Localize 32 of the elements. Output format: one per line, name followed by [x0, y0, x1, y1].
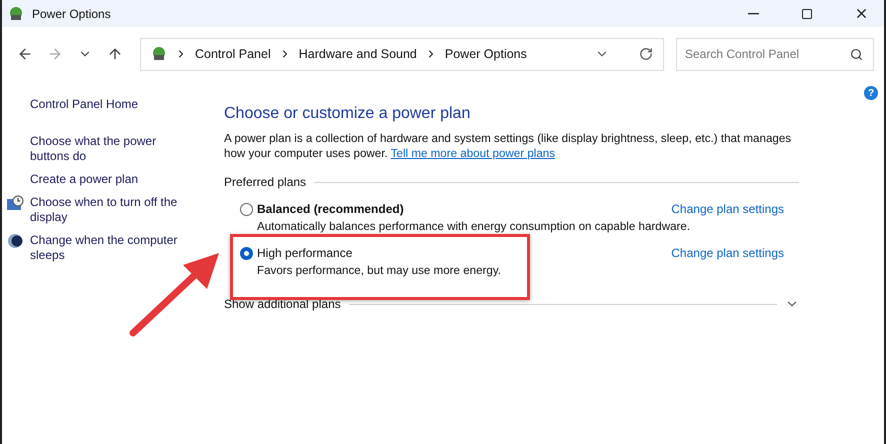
clock-monitor-icon: [6, 195, 25, 212]
breadcrumb-item[interactable]: Control Panel: [195, 47, 271, 61]
plan-description: Automatically balances performance with energy consumption on capable hardware.: [257, 220, 692, 233]
breadcrumb-item[interactable]: Power Options: [444, 47, 527, 61]
sidebar-link[interactable]: Choose when to turn off the display: [30, 195, 190, 225]
sidebar-link[interactable]: Create a power plan: [30, 172, 138, 187]
plan-name: Balanced (recommended): [257, 202, 405, 216]
window-title: Power Options: [32, 6, 112, 20]
plan-name: High performance: [257, 246, 354, 260]
change-plan-link[interactable]: Change plan settings: [671, 246, 784, 260]
change-plan-link[interactable]: Change plan settings: [671, 202, 784, 216]
radio-button[interactable]: [240, 246, 253, 260]
moon-icon: [6, 233, 25, 250]
maximize-icon: [801, 8, 813, 20]
search-field[interactable]: Search Control Panel: [676, 38, 874, 70]
sidebar-link[interactable]: Control Panel Home: [30, 97, 138, 112]
refresh-icon[interactable]: [639, 47, 653, 61]
page-heading: Choose or customize a power plan: [224, 105, 472, 123]
section-label: Show additional plans: [224, 297, 341, 311]
search-icon: [850, 48, 863, 60]
radio-button[interactable]: [240, 202, 253, 216]
breadcrumb-item[interactable]: Hardware and Sound: [298, 47, 417, 61]
sidebar-link[interactable]: Change when the computer sleeps: [30, 233, 190, 263]
plan-description: Favors performance, but may use more energy.: [257, 264, 502, 277]
help-button[interactable]: ?: [864, 86, 878, 100]
minimize-icon: [748, 12, 758, 14]
help-link[interactable]: Tell me more about power plans: [390, 147, 556, 160]
forward-arrow-icon: [47, 46, 63, 62]
description-text: A power plan is a collection of hardware and system settings (like display brightness, sleep, etc.) that manages how your computer uses power. Tell me more about power plans: [224, 131, 792, 161]
sidebar-link[interactable]: Choose what the power buttons do: [30, 134, 190, 164]
address-bar[interactable]: Control Panel Hardware and Sound Power Options: [140, 38, 664, 70]
section-label: Preferred plans: [224, 175, 306, 189]
